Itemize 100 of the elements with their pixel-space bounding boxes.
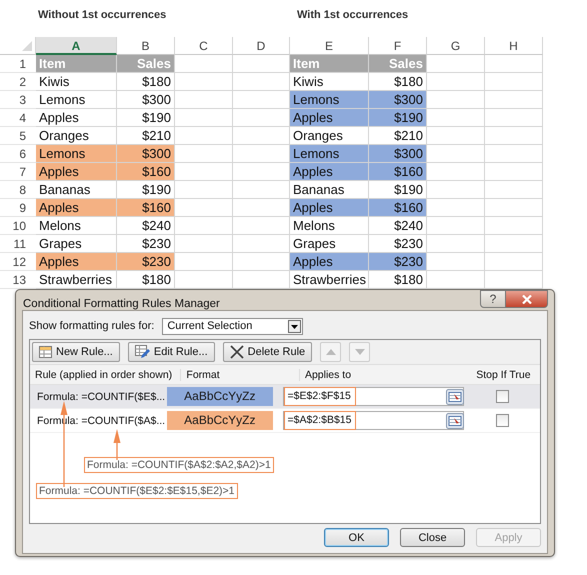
column-header[interactable]: E [290, 37, 369, 55]
empty-cell [485, 163, 543, 181]
empty-cell [485, 217, 543, 235]
help-button[interactable]: ? [480, 290, 506, 308]
table-cell: $230 [117, 253, 175, 271]
table-cell: Sales [369, 55, 427, 73]
empty-cell [233, 217, 290, 235]
column-header: Applies to [304, 368, 352, 380]
table-cell: Apples [36, 199, 117, 217]
column-header: Rule (applied in order shown) [30, 368, 182, 380]
column-header[interactable]: C [175, 37, 233, 55]
empty-cell [485, 253, 543, 271]
table-cell: $160 [369, 199, 427, 217]
table-cell: Lemons [290, 145, 369, 163]
table-cell: $240 [369, 217, 427, 235]
column-header[interactable]: G [427, 37, 485, 55]
formula-callout: Formula: =COUNTIF($E$2:$E$15,$E2)>1 [36, 483, 238, 499]
range-select-icon[interactable] [446, 388, 464, 404]
dialog-button[interactable]: Close [400, 528, 465, 547]
table-cell: Item [290, 55, 369, 73]
column-header[interactable]: A [36, 37, 117, 55]
row-header[interactable]: 4 [0, 109, 36, 127]
empty-cell [485, 127, 543, 145]
table-cell: $300 [117, 91, 175, 109]
table-cell: $160 [369, 163, 427, 181]
empty-cell [485, 199, 543, 217]
empty-cell [175, 91, 233, 109]
table-cell: $300 [369, 145, 427, 163]
table-cell: Apples [36, 109, 117, 127]
column-header[interactable]: H [485, 37, 543, 55]
table-cell: Lemons [36, 145, 117, 163]
window-title: Conditional Formatting Rules Manager [22, 297, 220, 310]
arrow [114, 429, 120, 460]
empty-cell [427, 73, 485, 91]
empty-cell [485, 145, 543, 163]
format-preview: AaBbCcYyZz [167, 387, 273, 406]
triangle-up-icon [326, 349, 336, 355]
table-caption: With 1st occurrences [296, 8, 410, 23]
empty-cell [175, 181, 233, 199]
edit-rule-button[interactable]: Edit Rule... [128, 342, 215, 362]
table-cell: Apples [290, 199, 369, 217]
table-cell: Apples [290, 109, 369, 127]
table-cell: Kiwis [36, 73, 117, 91]
empty-cell [175, 73, 233, 91]
empty-cell [427, 235, 485, 253]
empty-cell [427, 127, 485, 145]
row-header[interactable]: 5 [0, 127, 36, 145]
row-header[interactable]: 2 [0, 73, 36, 91]
rule-row[interactable]: Formula: =COUNTIF($E$... AaBbCcYyZz =$E$2:$F$15 [30, 385, 540, 409]
empty-cell [233, 235, 290, 253]
checkbox[interactable] [496, 390, 509, 403]
table-cell: Apples [290, 163, 369, 181]
rule-text: Formula: =COUNTIF($E$... [36, 390, 166, 402]
range-select-icon[interactable] [446, 412, 464, 428]
empty-cell [233, 181, 290, 199]
table-cell: $300 [117, 145, 175, 163]
scope-dropdown[interactable]: Current Selection [162, 318, 304, 334]
column-header[interactable]: F [369, 37, 427, 55]
table-cell: Apples [290, 253, 369, 271]
table-cell: Item [36, 55, 117, 73]
column-header: Stop If True [475, 368, 532, 380]
table-cell: $190 [369, 109, 427, 127]
empty-cell [175, 217, 233, 235]
row-header[interactable]: 10 [0, 217, 36, 235]
table-cell: $300 [369, 91, 427, 109]
table-cell: $160 [117, 163, 175, 181]
table-cell: Apples [36, 163, 117, 181]
empty-cell [233, 73, 290, 91]
row-header[interactable]: 11 [0, 235, 36, 253]
table-cell: Melons [290, 217, 369, 235]
table-cell: $160 [117, 199, 175, 217]
new-rule-button[interactable]: New Rule... [32, 342, 120, 362]
empty-cell [175, 127, 233, 145]
empty-cell [485, 91, 543, 109]
row-header[interactable]: 3 [0, 91, 36, 109]
delete-rule-button[interactable]: Delete Rule [222, 342, 312, 362]
row-header[interactable]: 8 [0, 181, 36, 199]
close-icon [522, 294, 532, 304]
empty-cell [427, 181, 485, 199]
table-icon [39, 346, 52, 358]
applies-to-field[interactable]: =$A$2:$B$15 [282, 411, 464, 430]
format-preview: AaBbCcYyZz [167, 411, 273, 430]
empty-cell [233, 127, 290, 145]
field-label: Show formatting rules for: [29, 320, 154, 332]
table-cell: $230 [369, 253, 427, 271]
empty-cell [175, 235, 233, 253]
column-header[interactable]: D [233, 37, 290, 55]
table-cell: $240 [117, 217, 175, 235]
table-cell: Melons [36, 217, 117, 235]
table-cell: $190 [117, 109, 175, 127]
close-button[interactable] [506, 290, 548, 308]
empty-cell [485, 235, 543, 253]
column-header[interactable]: B [117, 37, 175, 55]
checkbox[interactable] [496, 414, 509, 427]
table-cell: Lemons [290, 91, 369, 109]
table-cell: Sales [117, 55, 175, 73]
applies-to-field[interactable]: =$E$2:$F$15 [282, 387, 464, 406]
table-cell: Lemons [36, 91, 117, 109]
empty-cell [485, 109, 543, 127]
dialog-button[interactable]: OK [324, 528, 389, 547]
